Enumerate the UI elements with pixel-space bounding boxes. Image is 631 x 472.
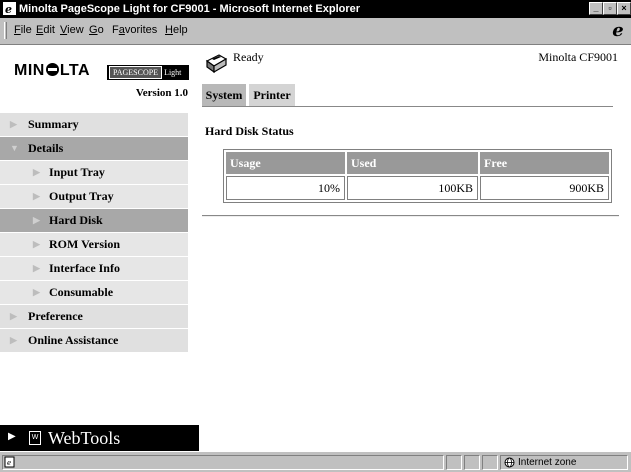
sidebar-item-online-assistance[interactable]: ▶ Online Assistance (0, 329, 188, 352)
zone-label: Internet zone (518, 457, 577, 468)
menu-help[interactable]: Help (165, 24, 188, 36)
sidebar-item-summary[interactable]: ▶ Summary (0, 113, 188, 136)
sidebar-item-details[interactable]: ▼ Details (0, 137, 188, 160)
toolbar-grip[interactable] (4, 22, 7, 39)
hard-disk-table: Usage Used Free 10% 100KB 900KB (223, 149, 612, 203)
main-panel: Ready Minolta CF9001 System Printer Hard… (199, 45, 631, 451)
free-value: 900KB (480, 176, 609, 200)
arrow-icon: ▶ (33, 239, 40, 249)
menu-edit[interactable]: Edit (36, 24, 55, 36)
column-header-used: Used (347, 152, 478, 174)
tab-system[interactable]: System (202, 84, 246, 106)
status-text-pane (2, 455, 444, 470)
globe-icon (504, 457, 515, 468)
menu-favorites[interactable]: Favorites (112, 24, 157, 36)
webtools-link[interactable]: ▶ W WebTools (0, 425, 199, 451)
zone-pane: Internet zone (500, 455, 628, 470)
sidebar-item-interface-info[interactable]: ▶ Interface Info (0, 257, 188, 280)
arrow-down-icon: ▼ (10, 143, 19, 153)
minimize-icon: _ (593, 3, 599, 13)
tab-bar: System Printer (202, 84, 613, 107)
printer-icon (205, 54, 228, 74)
sidebar-item-consumable[interactable]: ▶ Consumable (0, 281, 188, 304)
close-icon: × (621, 3, 627, 13)
menu-bar: File Edit View Go Favorites Help e (0, 18, 631, 45)
arrow-icon: ▶ (33, 215, 40, 225)
status-bar: e Internet zone (0, 451, 631, 472)
sidebar-item-rom-version[interactable]: ▶ ROM Version (0, 233, 188, 256)
svg-text:e: e (5, 3, 12, 15)
sidebar-item-hard-disk[interactable]: ▶ Hard Disk (0, 209, 188, 232)
sidebar-nav: ▶ Summary ▼ Details ▶ Input Tray ▶ Outpu… (0, 113, 188, 353)
used-value: 100KB (347, 176, 478, 200)
status-pane (482, 455, 498, 470)
table-header-row: Usage Used Free (226, 152, 609, 174)
page-content: MIN LTA PAGESCOPE Light Version 1.0 ▶ Summ… (0, 45, 631, 451)
pagescope-badge: PAGESCOPE Light (107, 65, 189, 80)
arrow-icon: ▶ (33, 287, 40, 297)
table-row: 10% 100KB 900KB (226, 176, 609, 200)
printer-status: Ready (233, 50, 264, 64)
arrow-icon: ▶ (33, 191, 40, 201)
menu-view[interactable]: View (60, 24, 84, 36)
status-pane (464, 455, 480, 470)
menu-go[interactable]: Go (89, 24, 104, 36)
sidebar-item-input-tray[interactable]: ▶ Input Tray (0, 161, 188, 184)
webtools-icon: W (29, 431, 41, 445)
section-title: Hard Disk Status (205, 124, 294, 138)
menu-file[interactable]: File (14, 24, 32, 36)
divider (202, 215, 619, 217)
sidebar: MIN LTA PAGESCOPE Light Version 1.0 ▶ Summ… (0, 45, 199, 451)
arrow-icon: ▶ (8, 431, 16, 442)
usage-value: 10% (226, 176, 345, 200)
column-header-free: Free (480, 152, 609, 174)
column-header-usage: Usage (226, 152, 345, 174)
close-button[interactable]: × (617, 2, 631, 15)
sidebar-item-preference[interactable]: ▶ Preference (0, 305, 188, 328)
arrow-icon: ▶ (10, 335, 17, 345)
maximize-button[interactable]: ▫ (603, 2, 617, 15)
status-pane (446, 455, 462, 470)
maximize-icon: ▫ (608, 3, 612, 13)
version-label: Version 1.0 (135, 87, 188, 99)
sidebar-item-output-tray[interactable]: ▶ Output Tray (0, 185, 188, 208)
arrow-icon: ▶ (10, 119, 17, 129)
minimize-button[interactable]: _ (589, 2, 603, 15)
window-titlebar: e Minolta PageScope Light for CF9001 - M… (0, 0, 631, 18)
window-title: Minolta PageScope Light for CF9001 - Mic… (19, 3, 361, 15)
arrow-icon: ▶ (10, 311, 17, 321)
arrow-icon: ▶ (33, 167, 40, 177)
tab-printer[interactable]: Printer (249, 84, 295, 106)
device-name: Minolta CF9001 (538, 50, 618, 64)
minolta-logo: MIN LTA (14, 62, 91, 79)
arrow-icon: ▶ (33, 263, 40, 273)
ie-icon: e (3, 2, 16, 15)
ie-logo-icon: e (612, 20, 624, 41)
